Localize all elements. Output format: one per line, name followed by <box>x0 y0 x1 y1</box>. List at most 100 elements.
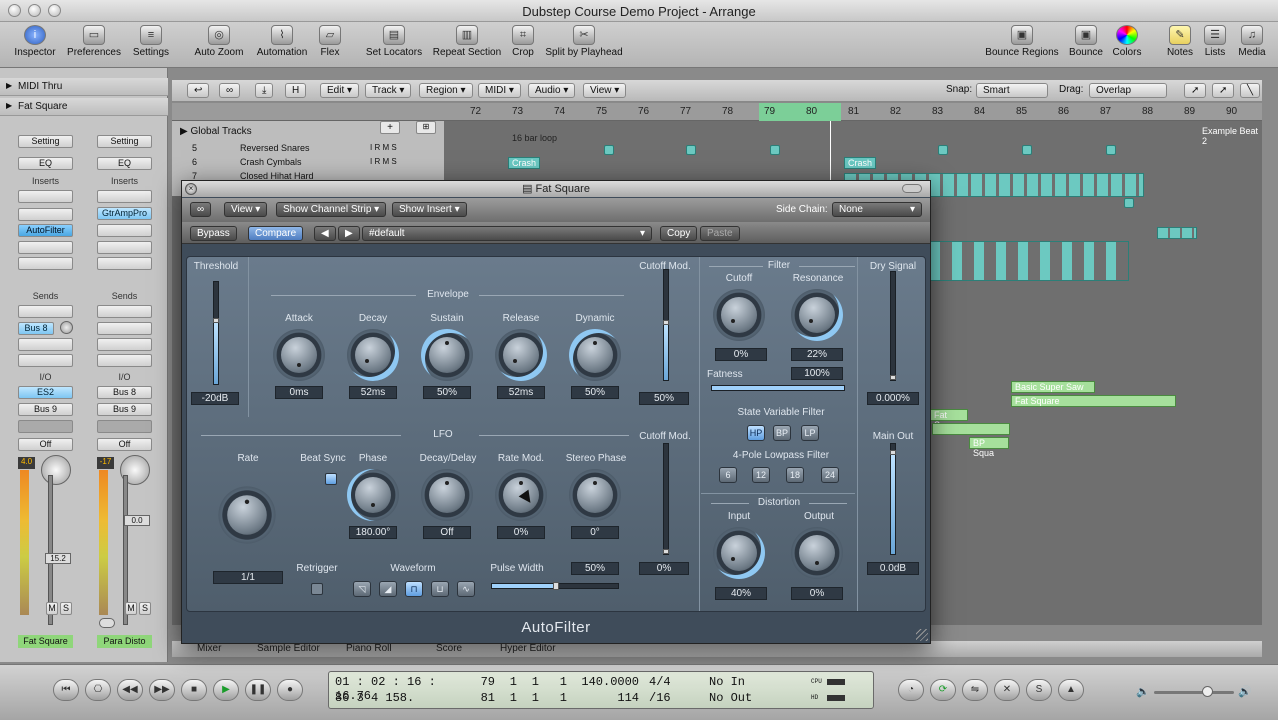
channel-name[interactable]: Fat Square <box>18 635 73 648</box>
send-slot-empty[interactable] <box>97 354 152 367</box>
insert-slot-empty[interactable] <box>97 224 152 237</box>
attack-knob[interactable] <box>273 329 325 381</box>
lists-button[interactable]: ☰ Lists <box>1201 25 1229 58</box>
automation-mode-select[interactable]: Off <box>18 438 73 451</box>
back-icon[interactable]: ↩ <box>187 83 210 98</box>
phase-value[interactable]: 180.00° <box>349 526 397 539</box>
send-slot-empty[interactable] <box>18 354 73 367</box>
waveform-saw-icon[interactable]: ◢ <box>379 581 397 597</box>
region-crash[interactable]: Crash <box>844 157 876 169</box>
metronome-icon[interactable]: ▲ <box>1058 679 1084 701</box>
automation-mode-select[interactable]: Off <box>97 438 152 451</box>
line-tool-icon[interactable]: ╲ <box>1240 83 1261 98</box>
tab-hyper-editor[interactable]: Hyper Editor <box>500 643 556 654</box>
sustain-value[interactable]: 50% <box>423 386 471 399</box>
filter-lp-button[interactable]: LP <box>801 425 819 441</box>
colors-button[interactable]: Colors <box>1110 25 1144 58</box>
catch-icon[interactable]: ⤓ <box>255 83 274 98</box>
mute-button[interactable]: M <box>46 602 58 615</box>
region-snare[interactable] <box>686 145 696 155</box>
waveform-square-icon[interactable]: ⊓ <box>405 581 423 597</box>
split-by-playhead-button[interactable]: ✂ Split by Playhead <box>542 25 626 58</box>
tab-sample-editor[interactable]: Sample Editor <box>257 643 320 654</box>
insert-slot-empty[interactable] <box>18 241 73 254</box>
plugin-toolbar-toggle[interactable] <box>902 184 922 193</box>
region-note[interactable] <box>1124 198 1134 208</box>
plugin-close-icon[interactable]: × <box>185 183 197 195</box>
stop-icon[interactable]: ■ <box>181 679 207 701</box>
send-slot-empty[interactable] <box>97 338 152 351</box>
cutoff-mod-env-slider[interactable] <box>663 269 669 381</box>
distortion-input-knob[interactable] <box>713 527 765 579</box>
hide-button[interactable]: H <box>285 83 307 98</box>
track-row[interactable]: 5 Reversed Snares I R M S <box>172 143 444 157</box>
release-knob[interactable] <box>495 329 547 381</box>
filter-hp-button[interactable]: HP <box>747 425 765 441</box>
menu-midi[interactable]: MIDI ▾ <box>478 83 521 98</box>
master-volume-slider[interactable] <box>1154 691 1234 694</box>
resize-handle[interactable] <box>916 629 928 641</box>
distortion-input-value[interactable]: 40% <box>715 587 767 600</box>
region-pattern[interactable] <box>1157 227 1197 239</box>
region-snare[interactable] <box>604 145 614 155</box>
drag-select[interactable]: Overlap <box>1089 83 1167 98</box>
transport-display[interactable]: 01 : 02 : 16 : 16.76 80 3 4 158. 79 1 1 … <box>328 671 874 709</box>
inspector-row-midi-thru[interactable]: ▶ MIDI Thru <box>0 78 168 96</box>
send-slot-empty[interactable] <box>97 305 152 318</box>
dry-signal-slider[interactable] <box>890 271 896 381</box>
paste-button[interactable]: Paste <box>700 226 740 241</box>
setting-button[interactable]: Setting <box>97 135 152 148</box>
side-chain-select[interactable]: None ▾ <box>832 202 922 217</box>
channel-name[interactable]: Para Disto <box>97 635 152 648</box>
resonance-knob[interactable] <box>791 289 843 341</box>
pole-6-button[interactable]: 6 <box>719 467 737 483</box>
global-tracks-toggle[interactable]: ▶ Global Tracks <box>180 126 252 137</box>
eq-button[interactable]: EQ <box>18 157 73 170</box>
waveform-triangle-icon[interactable]: ◹ <box>353 581 371 597</box>
decay-delay-value[interactable]: Off <box>423 526 471 539</box>
menu-audio[interactable]: Audio ▾ <box>528 83 576 98</box>
bounce-button[interactable]: ▣ Bounce <box>1068 25 1104 58</box>
tab-score[interactable]: Score <box>436 643 462 654</box>
stereo-phase-knob[interactable] <box>569 469 621 521</box>
automation-button[interactable]: ⌇ Automation <box>253 25 311 58</box>
track-buttons[interactable]: I R M S <box>370 157 397 166</box>
eq-button[interactable]: EQ <box>97 157 152 170</box>
beat-sync-checkbox[interactable] <box>325 473 337 485</box>
autopunch-icon[interactable]: ⇋ <box>962 679 988 701</box>
folder-icon[interactable]: ⊞ <box>416 121 436 134</box>
preset-select[interactable]: #default ▾ <box>362 226 652 241</box>
setting-button[interactable]: Setting <box>18 135 73 148</box>
rate-mod-value[interactable]: 0% <box>497 526 545 539</box>
fast-forward-icon[interactable]: ▶▶ <box>149 679 175 701</box>
resonance-value[interactable]: 22% <box>791 348 843 361</box>
track-row[interactable]: 6 Crash Cymbals I R M S <box>172 157 444 171</box>
cutoff-mod-lfo-value[interactable]: 0% <box>639 562 689 575</box>
region-basic-super-saw[interactable]: Basic Super Saw <box>1011 381 1095 393</box>
pole-12-button[interactable]: 12 <box>752 467 770 483</box>
pause-icon[interactable]: ❚❚ <box>245 679 271 701</box>
region-green-block[interactable] <box>932 423 1010 435</box>
go-to-start-icon[interactable]: ⏮ <box>53 679 79 701</box>
insert-slot-empty[interactable] <box>97 241 152 254</box>
tab-piano-roll[interactable]: Piano Roll <box>346 643 392 654</box>
notes-button[interactable]: ✎ Notes <box>1164 25 1196 58</box>
waveform-pulse-icon[interactable]: ⊔ <box>431 581 449 597</box>
insert-slot-empty[interactable] <box>18 208 73 221</box>
region-fat-square[interactable]: Fat Square <box>1011 395 1176 407</box>
cutoff-mod-env-value[interactable]: 50% <box>639 392 689 405</box>
menu-edit[interactable]: Edit ▾ <box>320 83 360 98</box>
region-bass-pattern[interactable] <box>929 241 1129 281</box>
send-slot-bus8[interactable]: Bus 8 <box>18 322 54 335</box>
menu-view[interactable]: View ▾ <box>583 83 627 98</box>
insert-slot-empty[interactable] <box>97 257 152 270</box>
decay-delay-knob[interactable] <box>421 469 473 521</box>
solo-button[interactable]: S <box>60 602 72 615</box>
settings-button[interactable]: ≡ Settings <box>128 25 174 58</box>
next-preset-icon[interactable]: ▶ <box>338 226 360 241</box>
cutoff-mod-lfo-slider[interactable] <box>663 443 669 555</box>
output-slot[interactable]: Bus 9 <box>18 403 73 416</box>
group-slot[interactable] <box>18 420 73 433</box>
phase-knob[interactable] <box>347 469 399 521</box>
link-icon[interactable]: ∞ <box>190 202 212 217</box>
